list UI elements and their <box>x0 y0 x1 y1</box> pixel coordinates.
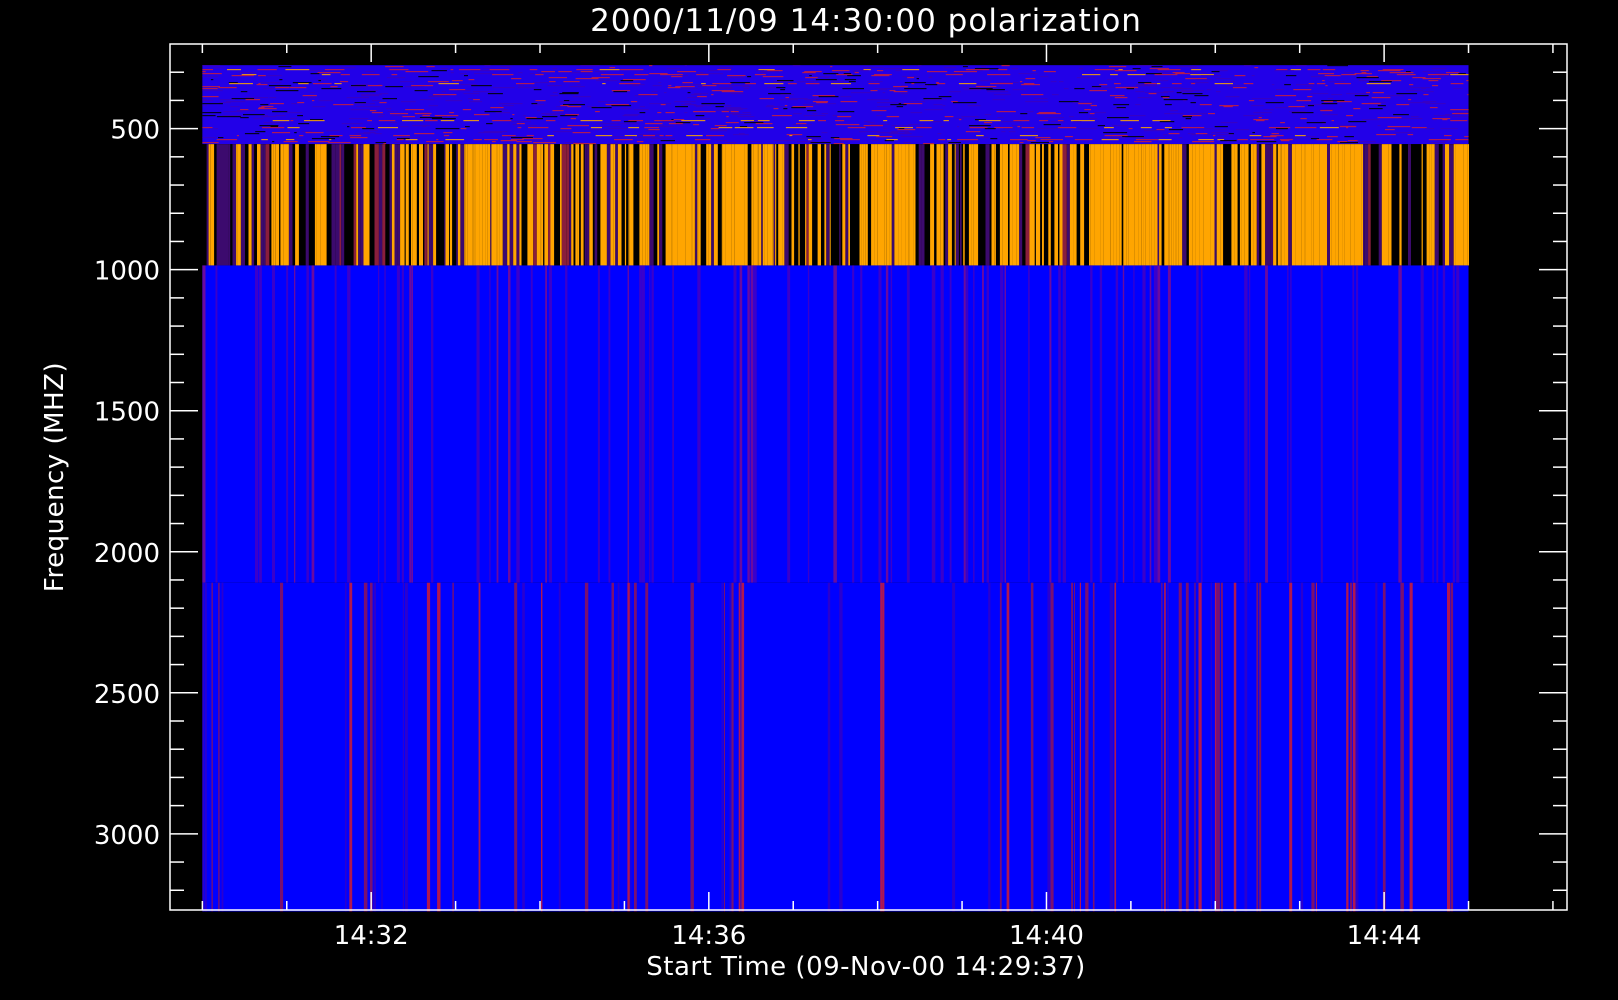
y-tick-label: 3000 <box>94 821 160 851</box>
x-tick-label: 14:44 <box>1347 921 1422 951</box>
y-tick-label: 2000 <box>94 539 160 569</box>
x-tick-label: 14:36 <box>671 921 746 951</box>
y-tick-label: 1000 <box>94 257 160 287</box>
polarization-spectrogram-chart: 2000/11/09 14:30:00 polarization 14:32 14… <box>0 0 1618 1000</box>
spectrogram-band-1 <box>202 65 1469 145</box>
x-tick-label: 14:40 <box>1009 921 1084 951</box>
y-tick-label: 1500 <box>94 398 160 428</box>
spectrogram-band-4 <box>202 582 1469 912</box>
y-tick-label: 2500 <box>94 680 160 710</box>
y-tick-label: 500 <box>110 116 160 146</box>
x-axis-label: Start Time (09-Nov-00 14:29:37) <box>646 952 1085 982</box>
x-tick-label: 14:32 <box>334 921 409 951</box>
spectrogram-band-3 <box>202 265 1469 583</box>
spectrogram-image <box>202 65 1469 912</box>
y-axis-label: Frequency (MHZ) <box>40 362 70 592</box>
chart-title: 2000/11/09 14:30:00 polarization <box>590 3 1142 39</box>
spectrogram-band-2 <box>202 144 1469 266</box>
